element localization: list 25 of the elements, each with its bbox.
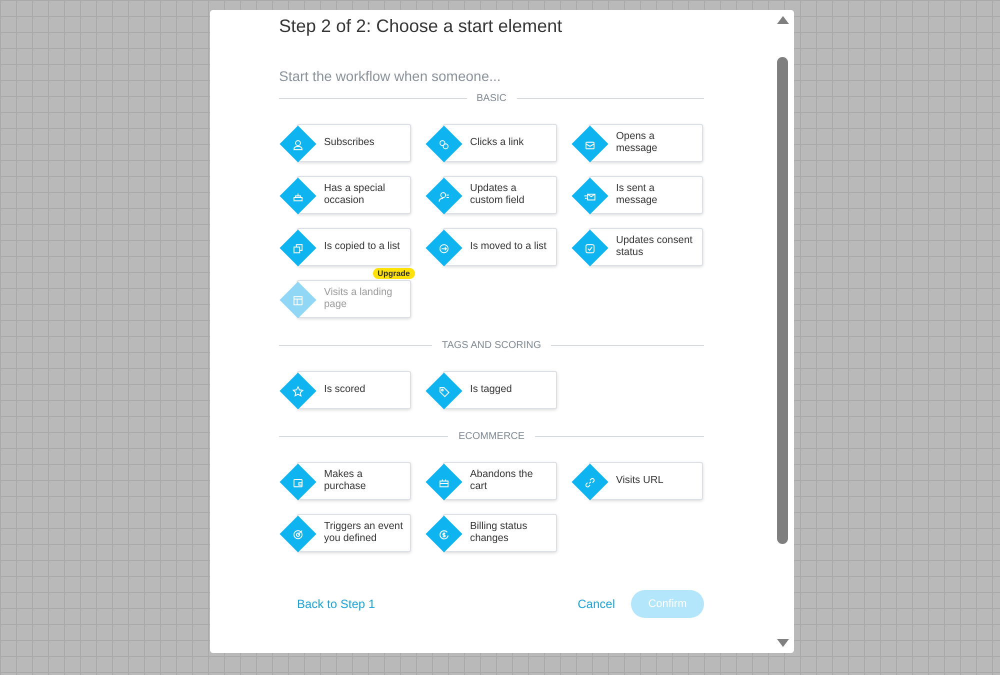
- trigger-card[interactable]: Updates consent status: [589, 228, 703, 266]
- dialog-title: Step 2 of 2: Choose a start element: [279, 16, 564, 36]
- section-heading: BASIC: [476, 93, 507, 104]
- trigger-card[interactable]: Clicks a link: [443, 124, 557, 162]
- scroll-up-icon[interactable]: [776, 15, 790, 25]
- dialog-subtitle: Start the workflow when someone...: [279, 68, 502, 86]
- trigger-card[interactable]: Is moved to a list: [443, 228, 557, 266]
- trigger-card[interactable]: Subscribes: [297, 124, 411, 162]
- trigger-card[interactable]: Triggers an event you defined: [297, 514, 411, 552]
- trigger-card[interactable]: Is copied to a list: [297, 228, 411, 266]
- upgrade-badge: Upgrade: [372, 268, 415, 279]
- section-heading: ECOMMERCE: [458, 431, 525, 442]
- trigger-card[interactable]: Updates a custom field: [443, 176, 557, 214]
- trigger-card[interactable]: Is scored: [297, 371, 411, 409]
- trigger-card[interactable]: Is sent a message: [589, 176, 703, 214]
- scrollbar-thumb[interactable]: [777, 57, 788, 544]
- trigger-card[interactable]: Opens a message: [589, 124, 703, 162]
- trigger-card[interactable]: Billing status changes: [443, 514, 557, 552]
- trigger-card[interactable]: Is tagged: [443, 371, 557, 409]
- section-heading: TAGS AND SCORING: [442, 340, 542, 351]
- scroll-down-icon[interactable]: [776, 638, 790, 648]
- trigger-card[interactable]: Abandons the cart: [443, 462, 557, 500]
- trigger-card[interactable]: Has a special occasion: [297, 176, 411, 214]
- trigger-card[interactable]: Visits URL: [589, 462, 703, 500]
- trigger-card[interactable]: Makes a purchase: [297, 462, 411, 500]
